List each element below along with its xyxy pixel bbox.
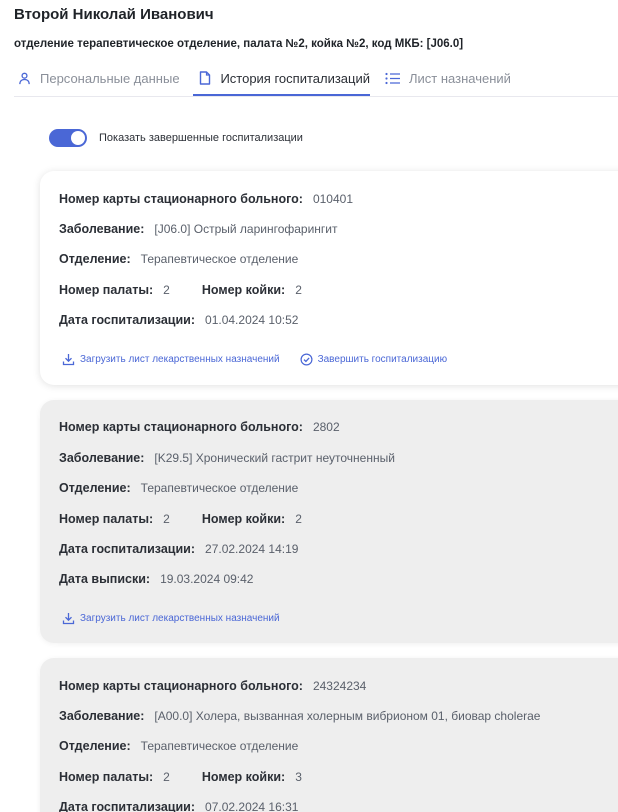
ward-label: Номер палаты: — [59, 283, 154, 297]
finish-hospitalization-label: Завершить госпитализацию — [317, 354, 448, 365]
disease-row: Заболевание: [J06.0] Острый ларингофарин… — [59, 222, 338, 236]
ward-bed-row: Номер палаты: 2 Номер койки: 2 — [59, 512, 302, 526]
disease-value: [K29.5] Хронический гастрит неуточненный — [154, 451, 395, 465]
tab-prescription-list[interactable]: Лист назначений — [385, 62, 511, 95]
tab-bar: Персональные данные История госпитализац… — [14, 62, 618, 97]
ward-value: 2 — [163, 512, 170, 526]
document-icon — [197, 70, 212, 86]
department-label: Отделение: — [59, 481, 131, 495]
patient-subtitle: отделение терапевтическое отделение, пал… — [14, 38, 464, 50]
person-icon — [16, 71, 32, 87]
download-prescriptions-label: Загрузить лист лекарственных назначений — [80, 613, 280, 624]
admission-date-value: 07.02.2024 16:31 — [205, 800, 299, 812]
admission-date-row: Дата госпитализации: 27.02.2024 14:19 — [59, 542, 298, 556]
disease-row: Заболевание: [A00.0] Холера, вызванная х… — [59, 709, 540, 723]
disease-label: Заболевание: — [59, 709, 145, 723]
card-number-value: 010401 — [312, 192, 353, 206]
card-number-label: Номер карты стационарного больного: — [59, 679, 303, 693]
ward-value: 2 — [163, 283, 170, 297]
department-row: Отделение: Терапевтическое отделение — [59, 252, 298, 266]
admission-date-label: Дата госпитализации: — [59, 542, 196, 556]
disease-row: Заболевание: [K29.5] Хронический гастрит… — [59, 451, 395, 465]
bed-value: 3 — [295, 770, 302, 784]
disease-label: Заболевание: — [59, 451, 145, 465]
tab-hospitalization-history[interactable]: История госпитализаций — [193, 62, 370, 96]
tab-personal-data-label: Персональные данные — [40, 71, 180, 86]
disease-value: [A00.0] Холера, вызванная холерным вибри… — [154, 709, 541, 723]
show-completed-toggle-row: Показать завершенные госпитализации — [49, 128, 303, 148]
admission-date-row: Дата госпитализации: 07.02.2024 16:31 — [59, 800, 298, 812]
show-completed-label: Показать завершенные госпитализации — [99, 132, 303, 144]
card-number-label: Номер карты стационарного больного: — [59, 420, 303, 434]
admission-date-value: 27.02.2024 14:19 — [205, 542, 299, 556]
bed-label: Номер койки: — [201, 283, 286, 297]
finish-hospitalization-button[interactable]: Завершить госпитализацию — [300, 353, 448, 366]
card-actions: Загрузить лист лекарственных назначений … — [62, 353, 467, 366]
department-value: Терапевтическое отделение — [140, 739, 299, 753]
tab-prescription-list-label: Лист назначений — [409, 71, 511, 86]
ward-label: Номер палаты: — [59, 770, 154, 784]
card-number-value: 24324234 — [312, 679, 367, 693]
hospitalization-card: Номер карты стационарного больного: 0104… — [40, 171, 618, 385]
card-number-row: Номер карты стационарного больного: 2432… — [59, 679, 366, 693]
download-prescriptions-button[interactable]: Загрузить лист лекарственных назначений — [62, 612, 280, 625]
card-number-value: 2802 — [312, 420, 340, 434]
toggle-knob — [71, 131, 85, 145]
page: Второй Николай Иванович отделение терапе… — [0, 0, 618, 812]
download-prescriptions-button[interactable]: Загрузить лист лекарственных назначений — [62, 353, 280, 366]
department-label: Отделение: — [59, 252, 131, 266]
admission-date-label: Дата госпитализации: — [59, 800, 196, 812]
discharge-date-label: Дата выписки: — [59, 572, 151, 586]
card-number-row: Номер карты стационарного больного: 2802 — [59, 420, 340, 434]
department-row: Отделение: Терапевтическое отделение — [59, 739, 298, 753]
disease-label: Заболевание: — [59, 222, 145, 236]
bed-value: 2 — [295, 283, 302, 297]
download-icon — [62, 612, 75, 625]
department-value: Терапевтическое отделение — [140, 481, 299, 495]
check-circle-icon — [300, 353, 313, 366]
hospitalization-card: Номер карты стационарного больного: 2432… — [40, 658, 618, 812]
ward-label: Номер палаты: — [59, 512, 154, 526]
patient-name: Второй Николай Иванович — [14, 6, 214, 23]
download-icon — [62, 353, 75, 366]
card-actions: Загрузить лист лекарственных назначений — [62, 612, 300, 625]
tab-personal-data[interactable]: Персональные данные — [16, 62, 180, 95]
hospitalization-card: Номер карты стационарного больного: 2802… — [40, 400, 618, 643]
admission-date-value: 01.04.2024 10:52 — [205, 313, 299, 327]
admission-date-row: Дата госпитализации: 01.04.2024 10:52 — [59, 313, 298, 327]
department-label: Отделение: — [59, 739, 131, 753]
department-row: Отделение: Терапевтическое отделение — [59, 481, 298, 495]
disease-value: [J06.0] Острый ларингофарингит — [154, 222, 338, 236]
download-prescriptions-label: Загрузить лист лекарственных назначений — [80, 354, 280, 365]
card-number-label: Номер карты стационарного больного: — [59, 192, 303, 206]
department-value: Терапевтическое отделение — [140, 252, 299, 266]
show-completed-toggle[interactable] — [49, 129, 87, 147]
bed-value: 2 — [295, 512, 302, 526]
ward-value: 2 — [163, 770, 170, 784]
ward-bed-row: Номер палаты: 2 Номер койки: 3 — [59, 770, 302, 784]
discharge-date-row: Дата выписки: 19.03.2024 09:42 — [59, 572, 253, 586]
card-number-row: Номер карты стационарного больного: 0104… — [59, 192, 353, 206]
bed-label: Номер койки: — [201, 512, 286, 526]
tab-hospitalization-history-label: История госпитализаций — [220, 70, 370, 86]
ward-bed-row: Номер палаты: 2 Номер койки: 2 — [59, 283, 302, 297]
admission-date-label: Дата госпитализации: — [59, 313, 196, 327]
bed-label: Номер койки: — [201, 770, 286, 784]
discharge-date-value: 19.03.2024 09:42 — [160, 572, 254, 586]
list-icon — [385, 71, 401, 87]
